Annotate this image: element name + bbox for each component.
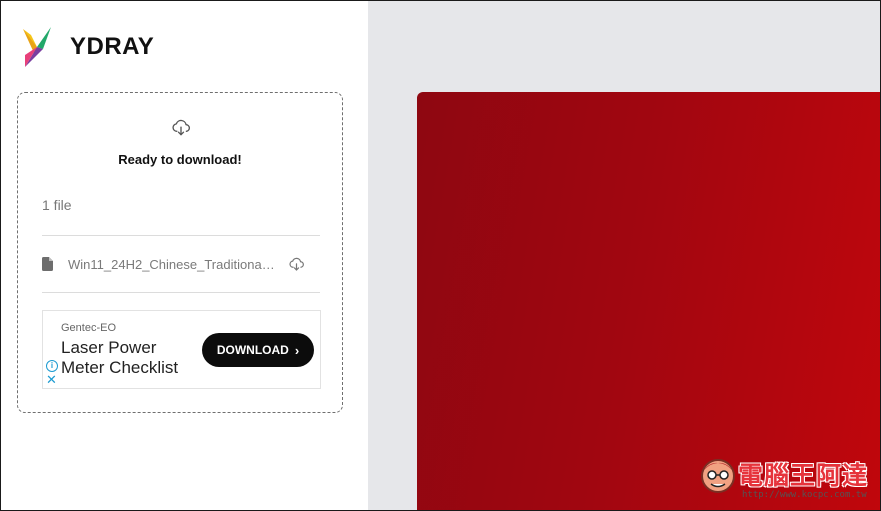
- download-card: Ready to download! 1 file Win11_24H2_Chi…: [17, 92, 343, 413]
- watermark-title: 電腦王阿達: [738, 461, 869, 490]
- right-panel: [368, 1, 880, 510]
- file-name[interactable]: Win11_24H2_Chinese_Traditional_x64.iso: [68, 257, 276, 272]
- ad-headline[interactable]: Laser Power Meter Checklist: [61, 338, 201, 378]
- watermark-url: http://www.kocpc.com.tw: [742, 490, 867, 500]
- file-count: 1 file: [42, 197, 72, 213]
- browser-frame: YDRAY Ready to download! 1 file Win11_24…: [0, 0, 881, 511]
- cloud-download-icon: [171, 118, 191, 143]
- chevron-right-icon: ›: [294, 342, 300, 358]
- divider: [42, 235, 320, 236]
- divider: [42, 292, 320, 293]
- hero-background: [417, 92, 880, 510]
- watermark: 電腦王阿達 http://www.kocpc.com.tw: [698, 456, 878, 506]
- cloud-download-icon[interactable]: [288, 257, 305, 272]
- ydray-logo-icon: [23, 27, 51, 67]
- close-icon[interactable]: ✕: [46, 373, 57, 386]
- ad-banner[interactable]: Gentec-EO Laser Power Meter Checklist DO…: [42, 310, 321, 389]
- left-panel: YDRAY Ready to download! 1 file Win11_24…: [1, 1, 368, 510]
- mascot-face-icon: [701, 459, 735, 493]
- brand-logo[interactable]: YDRAY: [23, 27, 154, 67]
- download-status: Ready to download!: [118, 152, 242, 167]
- ad-download-button[interactable]: DOWNLOAD ›: [202, 333, 314, 367]
- brand-name: YDRAY: [70, 33, 155, 60]
- ad-advertiser: Gentec-EO: [61, 322, 117, 334]
- ad-button-label: DOWNLOAD: [216, 343, 289, 357]
- document-icon: [42, 257, 56, 271]
- info-icon[interactable]: i: [46, 360, 58, 372]
- file-row[interactable]: Win11_24H2_Chinese_Traditional_x64.iso: [42, 253, 320, 275]
